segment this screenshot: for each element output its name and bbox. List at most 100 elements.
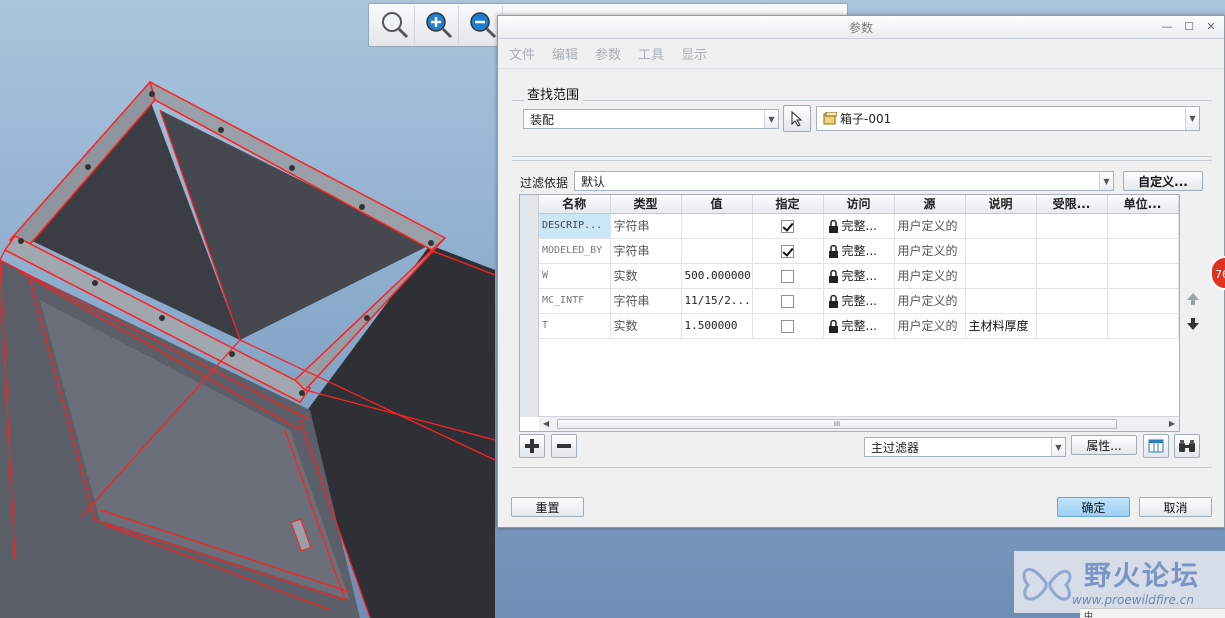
- cell-source[interactable]: 用户定义的: [894, 313, 966, 339]
- table-row[interactable]: W 实数 500.000000 完整... 用户定义的: [539, 263, 1179, 289]
- cell-name[interactable]: DESCRIP...: [539, 213, 611, 239]
- ok-button[interactable]: 确定: [1057, 497, 1130, 517]
- scroll-right-icon[interactable]: ▶: [1169, 419, 1175, 428]
- cell-value[interactable]: [681, 238, 753, 264]
- cell-type[interactable]: 字符串: [610, 238, 682, 264]
- designate-checkbox[interactable]: [781, 244, 794, 258]
- reset-button[interactable]: 重置: [511, 497, 584, 517]
- cancel-button[interactable]: 取消: [1139, 497, 1212, 517]
- menu-tools[interactable]: 工具: [638, 44, 664, 63]
- add-parameter-button[interactable]: [519, 434, 545, 458]
- menu-parameter[interactable]: 参数: [595, 44, 621, 63]
- cell-name[interactable]: T: [539, 313, 611, 339]
- cell-source[interactable]: 用户定义的: [894, 288, 966, 314]
- cell-name[interactable]: MC_INTF: [539, 288, 611, 314]
- cell-type[interactable]: 字符串: [610, 213, 682, 239]
- cell-units[interactable]: [1107, 263, 1179, 289]
- col-header-restricted[interactable]: 受限...: [1036, 195, 1108, 214]
- remove-parameter-button[interactable]: [551, 434, 577, 458]
- zoom-fit-icon[interactable]: [375, 6, 415, 44]
- cell-value[interactable]: 11/15/2...: [681, 288, 753, 314]
- table-row[interactable]: T 实数 1.500000 完整... 用户定义的 主材料厚度: [539, 313, 1179, 339]
- horizontal-scrollbar[interactable]: ◀ III ▶: [539, 416, 1179, 431]
- cell-access[interactable]: 完整...: [823, 238, 895, 264]
- cell-restricted[interactable]: [1036, 288, 1108, 314]
- table-row[interactable]: MODELED_BY 字符串 完整... 用户定义的: [539, 238, 1179, 264]
- close-icon[interactable]: ✕: [1204, 19, 1218, 33]
- cell-restricted[interactable]: [1036, 313, 1108, 339]
- table-row[interactable]: MC_INTF 字符串 11/15/2... 完整... 用户定义的: [539, 288, 1179, 314]
- cell-access[interactable]: 完整...: [823, 213, 895, 239]
- parameter-table[interactable]: 名称 类型 值 指定 访问 源 说明 受限... 单位... DESCRIP..…: [519, 194, 1180, 432]
- col-header-name[interactable]: 名称: [539, 195, 611, 214]
- cell-description[interactable]: 主材料厚度: [965, 313, 1037, 339]
- col-header-description[interactable]: 说明: [965, 195, 1037, 214]
- ime-taskbar[interactable]: 中: [1080, 608, 1225, 618]
- cell-designate[interactable]: [752, 263, 824, 289]
- cell-description[interactable]: [965, 288, 1037, 314]
- move-up-icon[interactable]: [1186, 292, 1200, 309]
- cell-name[interactable]: W: [539, 263, 611, 289]
- cell-units[interactable]: [1107, 313, 1179, 339]
- designate-checkbox[interactable]: [781, 219, 794, 233]
- cell-value[interactable]: 500.000000: [681, 263, 753, 289]
- maximize-icon[interactable]: ☐: [1182, 19, 1196, 33]
- table-columns-button[interactable]: [1143, 434, 1169, 458]
- cell-description[interactable]: [965, 213, 1037, 239]
- lookup-object-select[interactable]: 箱子-001 ▼: [816, 106, 1200, 131]
- menu-edit[interactable]: 编辑: [552, 44, 578, 63]
- cell-units[interactable]: [1107, 213, 1179, 239]
- designate-checkbox[interactable]: [781, 294, 794, 308]
- zoom-in-icon[interactable]: [419, 6, 459, 44]
- minimize-icon[interactable]: —: [1160, 19, 1174, 33]
- properties-button[interactable]: 属性...: [1071, 435, 1137, 455]
- table-row[interactable]: DESCRIP... 字符串 完整... 用户定义的: [539, 213, 1179, 239]
- cell-designate[interactable]: [752, 313, 824, 339]
- cell-type[interactable]: 实数: [610, 313, 682, 339]
- cell-description[interactable]: [965, 238, 1037, 264]
- cell-description[interactable]: [965, 263, 1037, 289]
- cell-restricted[interactable]: [1036, 238, 1108, 264]
- ime-language[interactable]: 中: [1084, 612, 1093, 618]
- cell-source[interactable]: 用户定义的: [894, 263, 966, 289]
- lookup-scope-select[interactable]: 装配 ▼: [523, 109, 779, 129]
- select-object-button[interactable]: [783, 105, 811, 132]
- move-down-icon[interactable]: [1186, 317, 1200, 334]
- scrollbar-thumb[interactable]: III: [557, 419, 1117, 429]
- cell-name[interactable]: MODELED_BY: [539, 238, 611, 264]
- col-header-access[interactable]: 访问: [823, 195, 895, 214]
- scroll-left-icon[interactable]: ◀: [543, 419, 549, 428]
- search-binoculars-button[interactable]: [1174, 434, 1200, 458]
- cell-restricted[interactable]: [1036, 263, 1108, 289]
- col-header-value[interactable]: 值: [681, 195, 753, 214]
- cell-source[interactable]: 用户定义的: [894, 213, 966, 239]
- col-header-type[interactable]: 类型: [610, 195, 682, 214]
- cell-designate[interactable]: [752, 213, 824, 239]
- cell-designate[interactable]: [752, 238, 824, 264]
- cell-access[interactable]: 完整...: [823, 288, 895, 314]
- cell-units[interactable]: [1107, 238, 1179, 264]
- cell-units[interactable]: [1107, 288, 1179, 314]
- designate-checkbox[interactable]: [781, 319, 794, 333]
- cell-value[interactable]: 1.500000: [681, 313, 753, 339]
- customize-button[interactable]: 自定义...: [1123, 171, 1203, 191]
- cell-access[interactable]: 完整...: [823, 263, 895, 289]
- filter-select[interactable]: 默认 ▼: [574, 171, 1114, 191]
- col-header-source[interactable]: 源: [894, 195, 966, 214]
- cell-designate[interactable]: [752, 288, 824, 314]
- cell-value[interactable]: [681, 213, 753, 239]
- menu-display[interactable]: 显示: [681, 44, 707, 63]
- designate-checkbox[interactable]: [781, 269, 794, 283]
- main-filter-select[interactable]: 主过滤器 ▼: [864, 437, 1066, 457]
- cell-type[interactable]: 字符串: [610, 288, 682, 314]
- dialog-title-bar[interactable]: 参数 — ☐ ✕: [498, 16, 1224, 39]
- cell-type[interactable]: 实数: [610, 263, 682, 289]
- cell-restricted[interactable]: [1036, 213, 1108, 239]
- lock-icon: [828, 319, 838, 333]
- col-header-designate[interactable]: 指定: [752, 195, 824, 214]
- col-header-units[interactable]: 单位...: [1107, 195, 1179, 214]
- menu-file[interactable]: 文件: [509, 44, 535, 63]
- table-columns-icon: [1148, 439, 1164, 453]
- cell-source[interactable]: 用户定义的: [894, 238, 966, 264]
- cell-access[interactable]: 完整...: [823, 313, 895, 339]
